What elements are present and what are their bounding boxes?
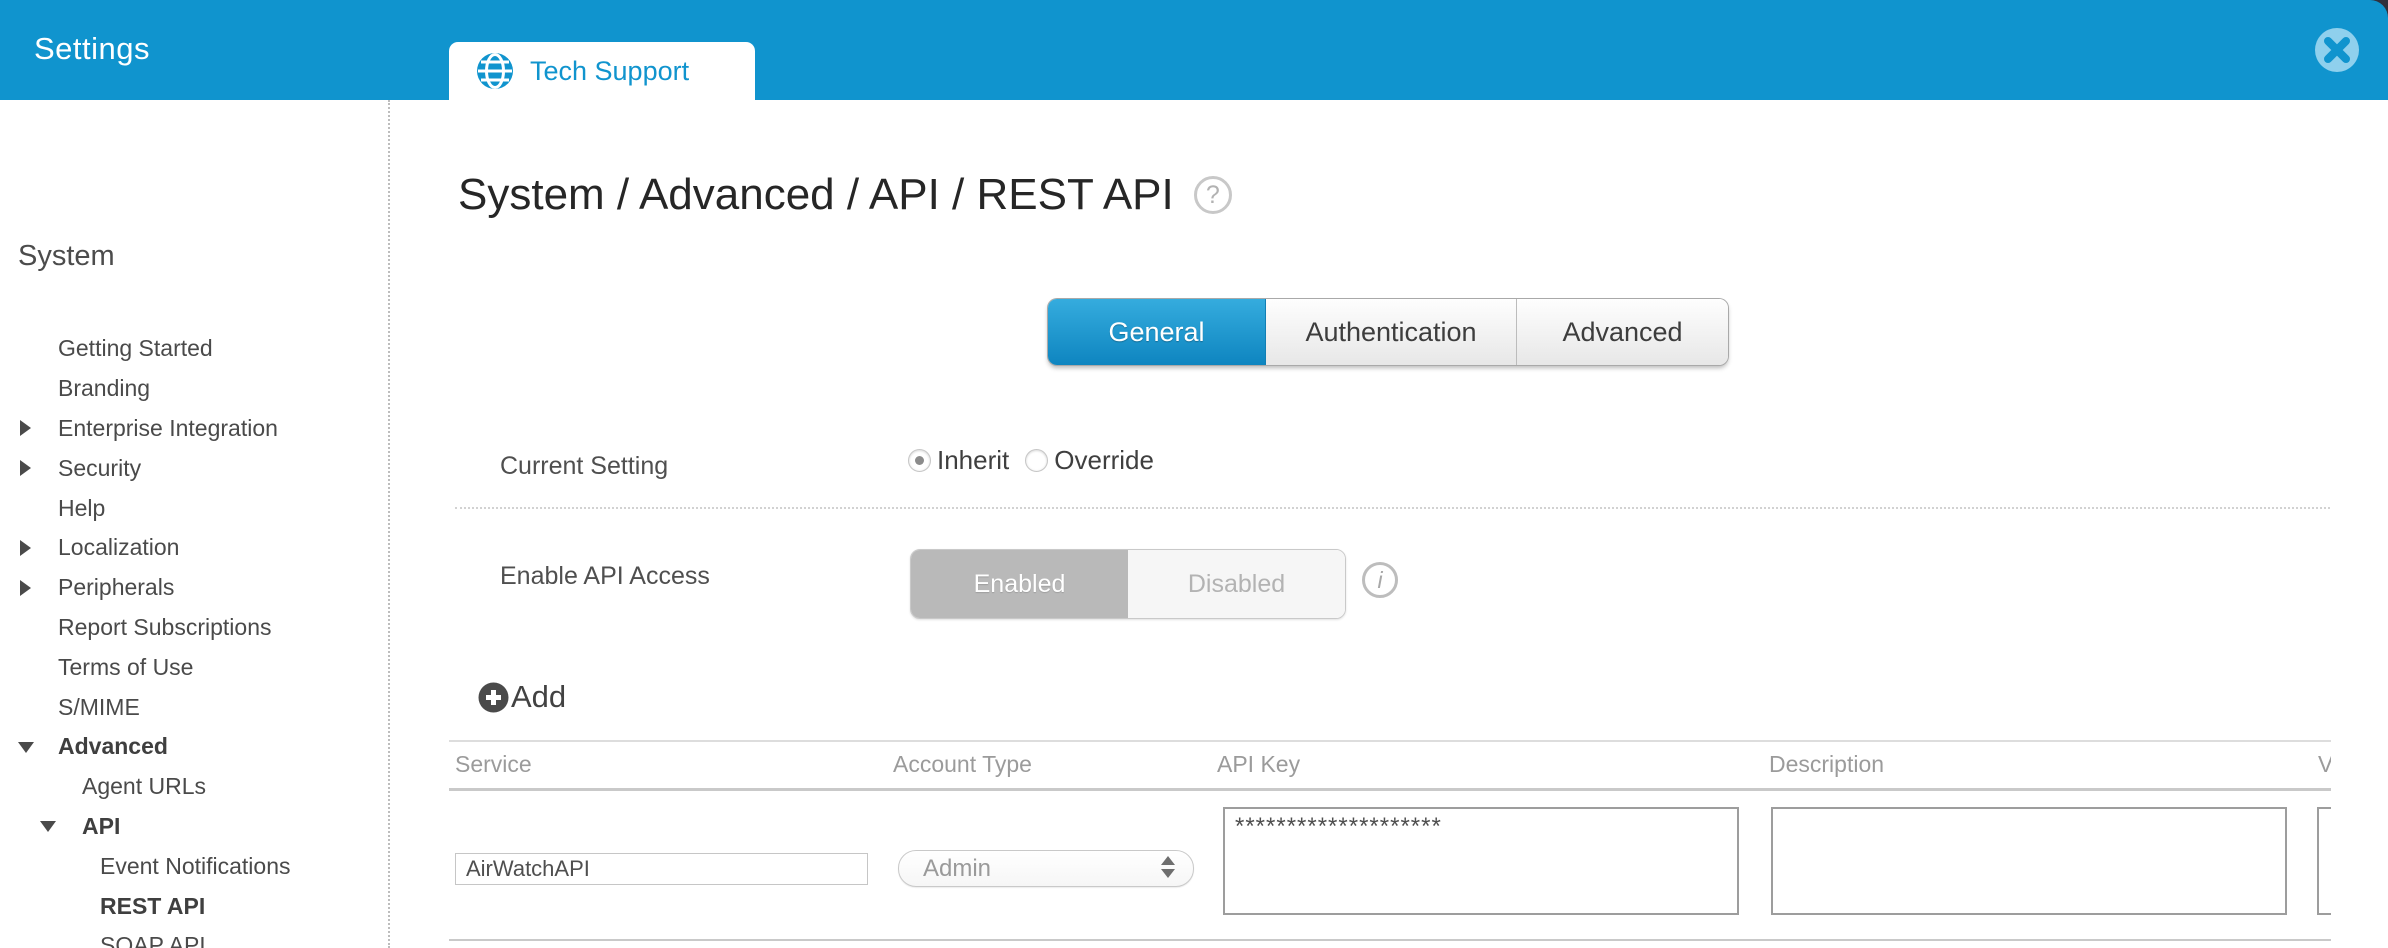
tab-tech-support[interactable]: Tech Support xyxy=(449,42,755,100)
globe-icon xyxy=(475,51,515,91)
settings-sidebar: System Getting Started Branding Enterpri… xyxy=(0,100,390,948)
radio-dot xyxy=(915,456,924,465)
select-stepper-icon xyxy=(1161,856,1175,878)
column-header-truncated: V xyxy=(2318,751,2331,778)
chevron-right-icon[interactable] xyxy=(20,580,31,596)
sidebar-item-localization[interactable]: Localization xyxy=(0,528,388,568)
sidebar-item-security[interactable]: Security xyxy=(0,448,388,488)
sidebar-item-smime[interactable]: S/MIME xyxy=(0,687,388,727)
chevron-right-icon[interactable] xyxy=(20,420,31,436)
account-type-value: Admin xyxy=(923,855,991,883)
info-icon[interactable]: i xyxy=(1362,562,1398,598)
column-header-api-key: API Key xyxy=(1217,751,1300,778)
sidebar-item-enterprise-integration[interactable]: Enterprise Integration xyxy=(0,409,388,449)
sidebar-item-agent-urls[interactable]: Agent URLs xyxy=(0,767,388,807)
api-services-table: Service Account Type API Key Description… xyxy=(449,745,2331,948)
sidebar-item-help[interactable]: Help xyxy=(0,488,388,528)
chevron-down-icon[interactable] xyxy=(18,742,34,753)
plus-icon xyxy=(478,682,509,713)
settings-header: Settings Tech Support xyxy=(0,0,2388,100)
settings-title: Settings xyxy=(34,31,150,67)
sidebar-item-terms-of-use[interactable]: Terms of Use xyxy=(0,647,388,687)
settings-tab-group: General Authentication Advanced xyxy=(1048,299,1728,365)
sidebar-nav: Getting Started Branding Enterprise Inte… xyxy=(0,329,388,948)
radio-override[interactable]: Override xyxy=(1025,445,1154,476)
tab-authentication[interactable]: Authentication xyxy=(1266,299,1517,365)
dotted-separator xyxy=(455,507,2330,509)
close-icon[interactable] xyxy=(2314,27,2360,73)
sidebar-item-report-subscriptions[interactable]: Report Subscriptions xyxy=(0,608,388,648)
toggle-disabled[interactable]: Disabled xyxy=(1128,550,1345,618)
add-button[interactable]: Add xyxy=(478,679,566,715)
sidebar-item-event-notifications[interactable]: Event Notifications xyxy=(0,846,388,886)
sidebar-item-soap-api[interactable]: SOAP API xyxy=(0,926,388,948)
column-header-account-type: Account Type xyxy=(893,751,1032,778)
sidebar-section-title: System xyxy=(18,240,115,273)
current-setting-radio-group: Inherit Override xyxy=(908,445,1170,476)
radio-icon[interactable] xyxy=(1025,449,1048,472)
description-textarea[interactable] xyxy=(1771,807,2287,915)
current-setting-label: Current Setting xyxy=(500,452,668,481)
chevron-right-icon[interactable] xyxy=(20,460,31,476)
column-header-description: Description xyxy=(1769,751,1884,778)
help-icon[interactable]: ? xyxy=(1194,176,1232,214)
tab-general[interactable]: General xyxy=(1048,299,1266,365)
sidebar-item-peripherals[interactable]: Peripherals xyxy=(0,568,388,608)
main-content: System / Advanced / API / REST API ? Gen… xyxy=(392,100,2388,948)
account-type-select[interactable]: Admin xyxy=(898,850,1194,887)
sidebar-item-branding[interactable]: Branding xyxy=(0,369,388,409)
sidebar-item-advanced[interactable]: Advanced xyxy=(0,727,388,767)
sidebar-item-getting-started[interactable]: Getting Started xyxy=(0,329,388,369)
sidebar-item-rest-api[interactable]: REST API xyxy=(0,886,388,926)
truncated-column-textarea[interactable] xyxy=(2317,807,2331,915)
table-bottom-line xyxy=(449,939,2331,941)
sidebar-item-api[interactable]: API xyxy=(0,807,388,847)
settings-modal: Settings Tech Support System Getting Sta… xyxy=(0,0,2388,948)
enable-api-access-label: Enable API Access xyxy=(500,562,710,591)
api-key-textarea[interactable]: ******************** xyxy=(1223,807,1739,915)
service-input[interactable] xyxy=(455,853,868,885)
tab-tech-support-label: Tech Support xyxy=(530,56,689,87)
page-title: System / Advanced / API / REST API xyxy=(458,170,1174,220)
radio-icon[interactable] xyxy=(908,449,931,472)
column-header-service: Service xyxy=(455,751,532,778)
chevron-down-icon[interactable] xyxy=(40,821,56,832)
separator-line xyxy=(449,740,2331,742)
radio-inherit[interactable]: Inherit xyxy=(908,445,1009,476)
table-header-underline xyxy=(449,788,2331,791)
enable-api-access-toggle: Enabled Disabled xyxy=(910,549,1346,619)
toggle-enabled[interactable]: Enabled xyxy=(911,550,1128,618)
add-button-label: Add xyxy=(511,679,566,715)
chevron-right-icon[interactable] xyxy=(20,540,31,556)
tab-advanced[interactable]: Advanced xyxy=(1517,299,1728,365)
